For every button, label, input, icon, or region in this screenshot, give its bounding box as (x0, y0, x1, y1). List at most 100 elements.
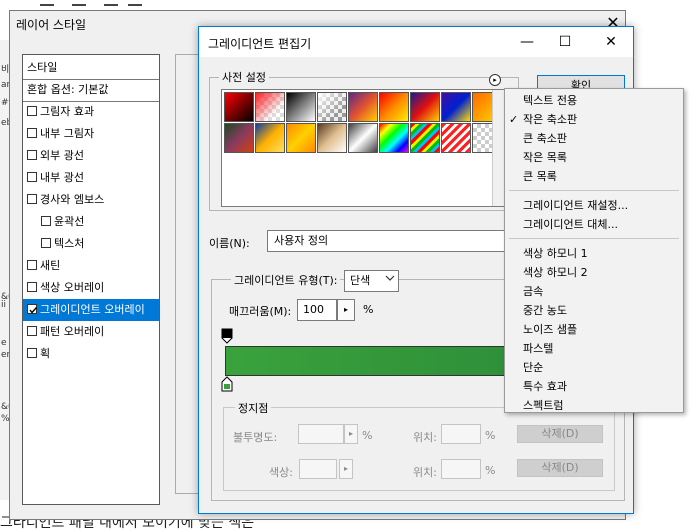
menu-item[interactable]: 색상 하모니 1 (505, 244, 683, 263)
layer-style-item[interactable]: 내부 광선 (23, 167, 159, 189)
menu-item[interactable]: 특수 효과 (505, 377, 683, 396)
gradient-preset-swatch[interactable] (441, 123, 471, 153)
layer-style-item[interactable]: 새틴 (23, 255, 159, 277)
checkbox-icon[interactable] (27, 260, 37, 270)
minimize-icon[interactable]: — (516, 31, 538, 53)
layer-style-item[interactable]: 획 (23, 343, 159, 365)
menu-item[interactable]: 텍스트 전용 (505, 91, 683, 110)
menu-item-label: 색상 하모니 2 (523, 266, 588, 279)
gradient-preset-swatch[interactable] (224, 92, 254, 122)
menu-item[interactable]: 색상 하모니 2 (505, 263, 683, 282)
gradient-preset-swatch[interactable] (317, 92, 347, 122)
gradient-preset-swatch[interactable] (317, 123, 347, 153)
layer-style-item[interactable]: 윤곽선 (23, 211, 159, 233)
gradient-preset-swatch[interactable] (410, 123, 440, 153)
layer-style-item[interactable]: 그레이디언트 오버레이 (23, 299, 159, 321)
menu-item[interactable]: 중간 농도 (505, 301, 683, 320)
menu-item[interactable]: 스펙트럼 (505, 396, 683, 415)
checkbox-icon[interactable] (27, 348, 37, 358)
background-fragment: e (1, 338, 7, 348)
layer-style-item[interactable]: 패턴 오버레이 (23, 321, 159, 343)
checkbox-icon[interactable] (27, 172, 37, 182)
layer-style-item[interactable]: 내부 그림자 (23, 123, 159, 145)
checkbox-icon[interactable] (27, 326, 37, 336)
gradient-editor-title: 그레이디언트 편집기 (208, 37, 312, 51)
layer-style-item[interactable]: 스타일 (23, 57, 159, 79)
gradient-preset-swatch[interactable] (348, 123, 378, 153)
checkbox-icon[interactable] (27, 128, 37, 138)
gradient-preset-swatch[interactable] (379, 123, 409, 153)
opacity-location-input[interactable] (441, 424, 481, 444)
opacity-unit: % (362, 429, 373, 442)
presets-menu-icon[interactable]: ▸ (489, 74, 501, 86)
opacity-input[interactable] (298, 424, 344, 444)
menu-item-label: 큰 축소판 (523, 132, 567, 145)
layer-style-item[interactable]: 색상 오버레이 (23, 277, 159, 299)
gradient-preset-swatch[interactable] (286, 123, 316, 153)
menu-item[interactable]: 단순 (505, 358, 683, 377)
menu-separator (509, 238, 679, 239)
menu-item[interactable]: 그레이디언트 대체... (505, 215, 683, 234)
menu-item[interactable]: 파스텔 (505, 339, 683, 358)
layer-style-item-label: 텍스처 (54, 237, 85, 250)
gradient-preview-bar[interactable] (225, 346, 525, 376)
gradient-preset-swatch[interactable] (348, 92, 378, 122)
layer-style-item-label: 스타일 (27, 61, 58, 74)
color-label: 색상: (269, 466, 293, 479)
menu-item[interactable]: ✓ 작은 축소판 (505, 110, 683, 129)
gradient-preset-swatch[interactable] (286, 92, 316, 122)
layer-style-item-label: 그레이디언트 오버레이 (40, 303, 145, 316)
checkbox-icon[interactable] (27, 106, 37, 116)
layer-style-item[interactable]: 혼합 옵션: 기본값 (23, 79, 159, 101)
menu-item[interactable]: 큰 목록 (505, 167, 683, 186)
menu-item-label: 큰 목록 (523, 170, 557, 183)
smoothness-unit: % (363, 303, 374, 316)
menu-item-label: 특수 효과 (523, 380, 567, 393)
layer-style-item[interactable]: 외부 광선 (23, 145, 159, 167)
gradient-preset-swatch[interactable] (255, 123, 285, 153)
smoothness-input[interactable]: 100 (297, 299, 337, 321)
layer-style-item[interactable]: 텍스처 (23, 233, 159, 255)
checkbox-icon[interactable] (27, 282, 37, 292)
checkmark-icon: ✓ (509, 113, 519, 126)
delete-opacity-stop-button[interactable]: 삭제(D) (517, 425, 603, 443)
menu-item[interactable]: 그레이디언트 재설정... (505, 196, 683, 215)
menu-item[interactable]: 큰 축소판 (505, 129, 683, 148)
gradient-preset-swatch[interactable] (441, 92, 471, 122)
opacity-label: 불투명도: (233, 431, 278, 444)
delete-color-stop-button[interactable]: 삭제(D) (517, 459, 603, 477)
gradient-preset-swatch[interactable] (255, 92, 285, 122)
toolbar-align-icon (104, 4, 118, 6)
checkbox-icon[interactable] (41, 238, 51, 248)
color-stop-icon[interactable] (221, 376, 233, 392)
checkbox-icon[interactable] (41, 216, 51, 226)
stops-label: 정지점 (235, 400, 272, 416)
menu-item[interactable]: 작은 목록 (505, 148, 683, 167)
maximize-icon[interactable]: ☐ (554, 31, 576, 53)
gradient-preset-swatch[interactable] (224, 123, 254, 153)
close-icon[interactable]: ✕ (600, 31, 622, 53)
color-swatch[interactable] (299, 459, 337, 479)
checkbox-icon[interactable] (27, 194, 37, 204)
layer-style-item[interactable]: 경사와 엠보스 (23, 189, 159, 211)
checkbox-checked-icon[interactable] (27, 304, 38, 314)
opacity-stop-icon[interactable] (221, 328, 233, 344)
color-arrow-icon[interactable]: ▸ (339, 459, 353, 479)
background-fragment: ii (1, 300, 7, 310)
layer-style-item-label: 패턴 오버레이 (40, 325, 105, 338)
menu-item-label: 작은 목록 (523, 151, 567, 164)
gradient-preset-swatch[interactable] (379, 92, 409, 122)
layer-style-item[interactable]: 그림자 효과 (23, 101, 159, 123)
checkbox-icon[interactable] (27, 150, 37, 160)
menu-item[interactable]: 노이즈 샘플 (505, 320, 683, 339)
gradient-preset-swatch[interactable] (410, 92, 440, 122)
smoothness-slider-arrow-icon[interactable]: ▸ (337, 299, 355, 321)
name-input[interactable]: 사용자 정의 (267, 230, 507, 252)
layer-style-item-label: 혼합 옵션: 기본값 (27, 83, 109, 96)
menu-item[interactable]: 금속 (505, 282, 683, 301)
layer-style-item-label: 외부 광선 (40, 149, 84, 162)
color-location-input[interactable] (441, 459, 481, 479)
opacity-slider-arrow-icon[interactable]: ▸ (344, 424, 358, 444)
menu-item-label: 그레이디언트 대체... (523, 218, 618, 231)
gradient-type-label: 그레이디언트 유형(T): (231, 272, 341, 288)
